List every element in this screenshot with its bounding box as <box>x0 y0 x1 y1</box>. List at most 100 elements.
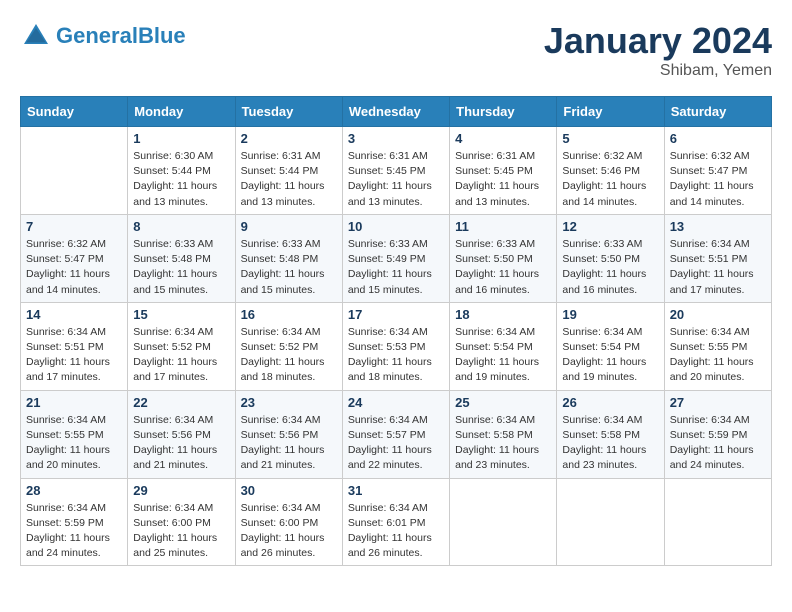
weekday-header-saturday: Saturday <box>664 97 771 127</box>
day-number: 22 <box>133 395 229 410</box>
month-title: January 2024 <box>544 20 772 62</box>
day-number: 30 <box>241 483 337 498</box>
day-info: Sunrise: 6:32 AMSunset: 5:47 PMDaylight:… <box>670 149 766 210</box>
logo-text: GeneralBlue <box>56 24 186 48</box>
title-block: January 2024 Shibam, Yemen <box>544 20 772 80</box>
logo-icon <box>20 20 52 52</box>
day-info: Sunrise: 6:34 AMSunset: 6:00 PMDaylight:… <box>241 501 337 562</box>
day-info: Sunrise: 6:34 AMSunset: 5:59 PMDaylight:… <box>670 413 766 474</box>
calendar-cell: 2 Sunrise: 6:31 AMSunset: 5:44 PMDaylight… <box>235 127 342 215</box>
calendar-cell <box>557 478 664 566</box>
day-info: Sunrise: 6:33 AMSunset: 5:48 PMDaylight:… <box>133 237 229 298</box>
day-info: Sunrise: 6:34 AMSunset: 5:53 PMDaylight:… <box>348 325 444 386</box>
day-number: 6 <box>670 131 766 146</box>
day-info: Sunrise: 6:31 AMSunset: 5:44 PMDaylight:… <box>241 149 337 210</box>
day-number: 31 <box>348 483 444 498</box>
calendar-cell: 16 Sunrise: 6:34 AMSunset: 5:52 PMDayligh… <box>235 302 342 390</box>
day-number: 16 <box>241 307 337 322</box>
week-row-2: 7 Sunrise: 6:32 AMSunset: 5:47 PMDaylight… <box>21 214 772 302</box>
calendar-cell: 28 Sunrise: 6:34 AMSunset: 5:59 PMDayligh… <box>21 478 128 566</box>
week-row-1: 1 Sunrise: 6:30 AMSunset: 5:44 PMDaylight… <box>21 127 772 215</box>
day-number: 17 <box>348 307 444 322</box>
calendar-cell: 27 Sunrise: 6:34 AMSunset: 5:59 PMDayligh… <box>664 390 771 478</box>
calendar-cell: 22 Sunrise: 6:34 AMSunset: 5:56 PMDayligh… <box>128 390 235 478</box>
day-number: 14 <box>26 307 122 322</box>
calendar-cell: 25Sunrise: 6:34 AMSunset: 5:58 PMDayligh… <box>450 390 557 478</box>
day-number: 15 <box>133 307 229 322</box>
day-number: 13 <box>670 219 766 234</box>
week-row-4: 21 Sunrise: 6:34 AMSunset: 5:55 PMDayligh… <box>21 390 772 478</box>
calendar-cell: 26Sunrise: 6:34 AMSunset: 5:58 PMDayligh… <box>557 390 664 478</box>
calendar-cell: 6 Sunrise: 6:32 AMSunset: 5:47 PMDaylight… <box>664 127 771 215</box>
weekday-header-row: SundayMondayTuesdayWednesdayThursdayFrid… <box>21 97 772 127</box>
calendar-table: SundayMondayTuesdayWednesdayThursdayFrid… <box>20 96 772 566</box>
day-info: Sunrise: 6:31 AMSunset: 5:45 PMDaylight:… <box>455 149 551 210</box>
calendar-cell: 12Sunrise: 6:33 AMSunset: 5:50 PMDayligh… <box>557 214 664 302</box>
calendar-cell: 31 Sunrise: 6:34 AMSunset: 6:01 PMDayligh… <box>342 478 449 566</box>
calendar-cell <box>450 478 557 566</box>
day-info: Sunrise: 6:34 AMSunset: 5:58 PMDaylight:… <box>455 413 551 474</box>
day-info: Sunrise: 6:34 AMSunset: 5:52 PMDaylight:… <box>133 325 229 386</box>
day-number: 19 <box>562 307 658 322</box>
calendar-cell: 29 Sunrise: 6:34 AMSunset: 6:00 PMDayligh… <box>128 478 235 566</box>
day-info: Sunrise: 6:30 AMSunset: 5:44 PMDaylight:… <box>133 149 229 210</box>
calendar-cell <box>664 478 771 566</box>
day-info: Sunrise: 6:34 AMSunset: 5:59 PMDaylight:… <box>26 501 122 562</box>
calendar-cell: 11Sunrise: 6:33 AMSunset: 5:50 PMDayligh… <box>450 214 557 302</box>
day-number: 3 <box>348 131 444 146</box>
logo-line2: Blue <box>138 23 186 48</box>
weekday-header-wednesday: Wednesday <box>342 97 449 127</box>
day-info: Sunrise: 6:34 AMSunset: 5:51 PMDaylight:… <box>26 325 122 386</box>
day-number: 23 <box>241 395 337 410</box>
day-number: 8 <box>133 219 229 234</box>
day-number: 9 <box>241 219 337 234</box>
calendar-cell: 24 Sunrise: 6:34 AMSunset: 5:57 PMDayligh… <box>342 390 449 478</box>
day-info: Sunrise: 6:34 AMSunset: 6:01 PMDaylight:… <box>348 501 444 562</box>
day-info: Sunrise: 6:31 AMSunset: 5:45 PMDaylight:… <box>348 149 444 210</box>
day-number: 24 <box>348 395 444 410</box>
weekday-header-tuesday: Tuesday <box>235 97 342 127</box>
weekday-header-sunday: Sunday <box>21 97 128 127</box>
calendar-cell: 1 Sunrise: 6:30 AMSunset: 5:44 PMDaylight… <box>128 127 235 215</box>
day-info: Sunrise: 6:34 AMSunset: 5:51 PMDaylight:… <box>670 237 766 298</box>
day-info: Sunrise: 6:34 AMSunset: 5:52 PMDaylight:… <box>241 325 337 386</box>
day-number: 28 <box>26 483 122 498</box>
week-row-3: 14 Sunrise: 6:34 AMSunset: 5:51 PMDayligh… <box>21 302 772 390</box>
day-info: Sunrise: 6:34 AMSunset: 5:56 PMDaylight:… <box>241 413 337 474</box>
logo-line1: General <box>56 23 138 48</box>
weekday-header-friday: Friday <box>557 97 664 127</box>
day-number: 4 <box>455 131 551 146</box>
day-number: 10 <box>348 219 444 234</box>
day-info: Sunrise: 6:32 AMSunset: 5:47 PMDaylight:… <box>26 237 122 298</box>
day-number: 1 <box>133 131 229 146</box>
day-info: Sunrise: 6:34 AMSunset: 5:54 PMDaylight:… <box>562 325 658 386</box>
day-info: Sunrise: 6:32 AMSunset: 5:46 PMDaylight:… <box>562 149 658 210</box>
calendar-cell: 19 Sunrise: 6:34 AMSunset: 5:54 PMDayligh… <box>557 302 664 390</box>
day-info: Sunrise: 6:34 AMSunset: 5:57 PMDaylight:… <box>348 413 444 474</box>
calendar-cell: 30 Sunrise: 6:34 AMSunset: 6:00 PMDayligh… <box>235 478 342 566</box>
week-row-5: 28 Sunrise: 6:34 AMSunset: 5:59 PMDayligh… <box>21 478 772 566</box>
day-number: 2 <box>241 131 337 146</box>
calendar-cell: 21 Sunrise: 6:34 AMSunset: 5:55 PMDayligh… <box>21 390 128 478</box>
day-number: 21 <box>26 395 122 410</box>
calendar-cell: 4 Sunrise: 6:31 AMSunset: 5:45 PMDaylight… <box>450 127 557 215</box>
day-number: 27 <box>670 395 766 410</box>
calendar-cell: 10Sunrise: 6:33 AMSunset: 5:49 PMDayligh… <box>342 214 449 302</box>
day-info: Sunrise: 6:34 AMSunset: 6:00 PMDaylight:… <box>133 501 229 562</box>
logo: GeneralBlue <box>20 20 186 52</box>
calendar-cell: 23 Sunrise: 6:34 AMSunset: 5:56 PMDayligh… <box>235 390 342 478</box>
day-info: Sunrise: 6:34 AMSunset: 5:56 PMDaylight:… <box>133 413 229 474</box>
day-number: 29 <box>133 483 229 498</box>
calendar-cell: 7 Sunrise: 6:32 AMSunset: 5:47 PMDaylight… <box>21 214 128 302</box>
day-info: Sunrise: 6:33 AMSunset: 5:48 PMDaylight:… <box>241 237 337 298</box>
location: Shibam, Yemen <box>544 62 772 80</box>
day-number: 5 <box>562 131 658 146</box>
day-number: 7 <box>26 219 122 234</box>
day-info: Sunrise: 6:34 AMSunset: 5:55 PMDaylight:… <box>670 325 766 386</box>
day-info: Sunrise: 6:34 AMSunset: 5:55 PMDaylight:… <box>26 413 122 474</box>
calendar-cell: 5 Sunrise: 6:32 AMSunset: 5:46 PMDaylight… <box>557 127 664 215</box>
calendar-cell: 18Sunrise: 6:34 AMSunset: 5:54 PMDayligh… <box>450 302 557 390</box>
calendar-cell: 14 Sunrise: 6:34 AMSunset: 5:51 PMDayligh… <box>21 302 128 390</box>
day-info: Sunrise: 6:33 AMSunset: 5:50 PMDaylight:… <box>562 237 658 298</box>
calendar-cell: 8 Sunrise: 6:33 AMSunset: 5:48 PMDaylight… <box>128 214 235 302</box>
